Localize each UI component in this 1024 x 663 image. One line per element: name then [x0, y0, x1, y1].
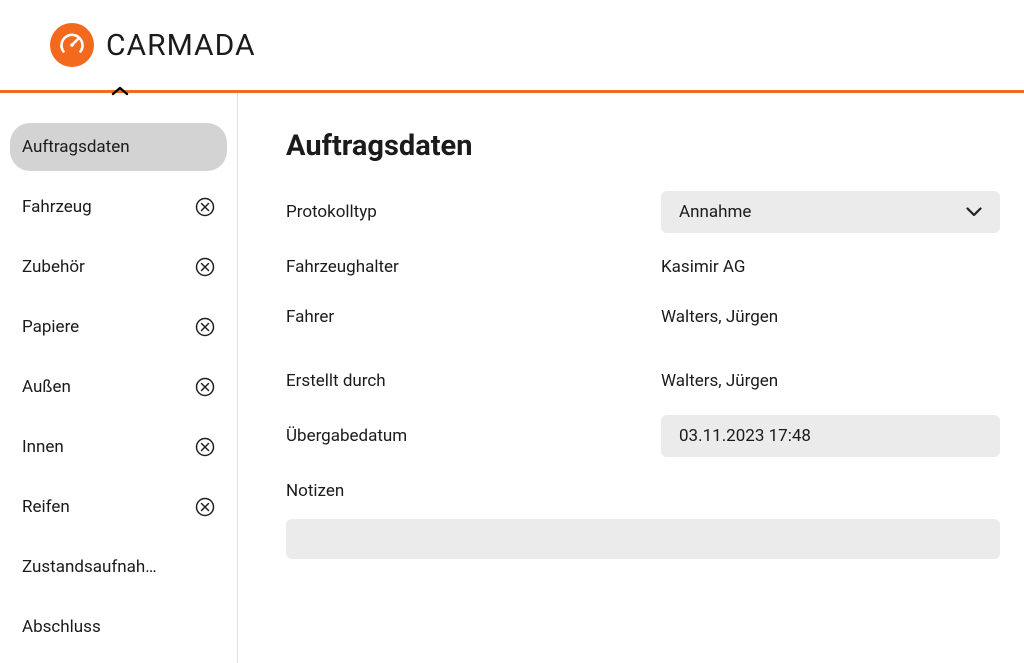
sidebar-item-abschluss[interactable]: Abschluss [10, 603, 227, 651]
value-erstellt-durch: Walters, Jürgen [661, 371, 778, 391]
sidebar-item-aussen[interactable]: Außen [10, 363, 227, 411]
sidebar-item-fahrzeug[interactable]: Fahrzeug [10, 183, 227, 231]
sidebar-item-label: Auftragsdaten [22, 137, 130, 157]
dropdown-value: Annahme [679, 202, 751, 222]
sidebar-item-auftragsdaten[interactable]: Auftragsdaten [10, 123, 227, 171]
sidebar-item-label: Fahrzeug [22, 197, 92, 217]
sidebar-item-papiere[interactable]: Papiere [10, 303, 227, 351]
circle-x-icon [195, 257, 215, 277]
sidebar-item-zustandsaufnahme[interactable]: Zustandsaufnah… [10, 543, 227, 591]
sidebar-item-label: Zubehör [22, 257, 85, 277]
header: CARMADA [0, 0, 1024, 90]
circle-x-icon [195, 377, 215, 397]
row-fahrer: Fahrer Walters, Jürgen [286, 301, 1000, 333]
protokolltyp-dropdown[interactable]: Annahme [661, 191, 1000, 233]
value-fahrzeughalter: Kasimir AG [661, 257, 745, 277]
date-value: 03.11.2023 17:48 [679, 426, 811, 446]
brand-name: CARMADA [106, 28, 256, 63]
sidebar-item-reifen[interactable]: Reifen [10, 483, 227, 531]
label-erstellt-durch: Erstellt durch [286, 371, 661, 391]
row-erstellt-durch: Erstellt durch Walters, Jürgen [286, 365, 1000, 397]
uebergabedatum-field[interactable]: 03.11.2023 17:48 [661, 415, 1000, 457]
label-protokolltyp: Protokolltyp [286, 202, 661, 222]
row-uebergabedatum: Übergabedatum 03.11.2023 17:48 [286, 415, 1000, 457]
sidebar-item-label: Reifen [22, 497, 70, 517]
sidebar-item-label: Abschluss [22, 617, 101, 637]
sidebar-item-label: Außen [22, 377, 71, 397]
brand-gauge-icon [50, 23, 94, 67]
row-fahrzeughalter: Fahrzeughalter Kasimir AG [286, 251, 1000, 283]
label-uebergabedatum: Übergabedatum [286, 426, 661, 446]
notizen-input[interactable] [286, 519, 1000, 559]
circle-x-icon [195, 317, 215, 337]
sidebar: Auftragsdaten Fahrzeug Zubehör Papiere A… [0, 93, 238, 663]
label-notizen: Notizen [286, 481, 1000, 501]
chevron-down-icon [966, 202, 982, 222]
notes-section: Notizen [286, 481, 1000, 559]
sidebar-item-label: Innen [22, 437, 64, 457]
page-title: Auftragsdaten [286, 129, 1000, 163]
circle-x-icon [195, 497, 215, 517]
label-fahrzeughalter: Fahrzeughalter [286, 257, 661, 277]
main: Auftragsdaten Fahrzeug Zubehör Papiere A… [0, 93, 1024, 663]
label-fahrer: Fahrer [286, 307, 661, 327]
sidebar-item-label: Papiere [22, 317, 79, 337]
circle-x-icon [195, 437, 215, 457]
sidebar-item-innen[interactable]: Innen [10, 423, 227, 471]
value-fahrer: Walters, Jürgen [661, 307, 778, 327]
content: Auftragsdaten Protokolltyp Annahme Fahrz… [238, 93, 1024, 663]
circle-x-icon [195, 197, 215, 217]
sidebar-item-label: Zustandsaufnah… [22, 557, 157, 577]
sidebar-item-zubehoer[interactable]: Zubehör [10, 243, 227, 291]
row-protokolltyp: Protokolltyp Annahme [286, 191, 1000, 233]
collapse-sidebar-handle[interactable] [108, 86, 132, 96]
logo: CARMADA [50, 23, 256, 67]
